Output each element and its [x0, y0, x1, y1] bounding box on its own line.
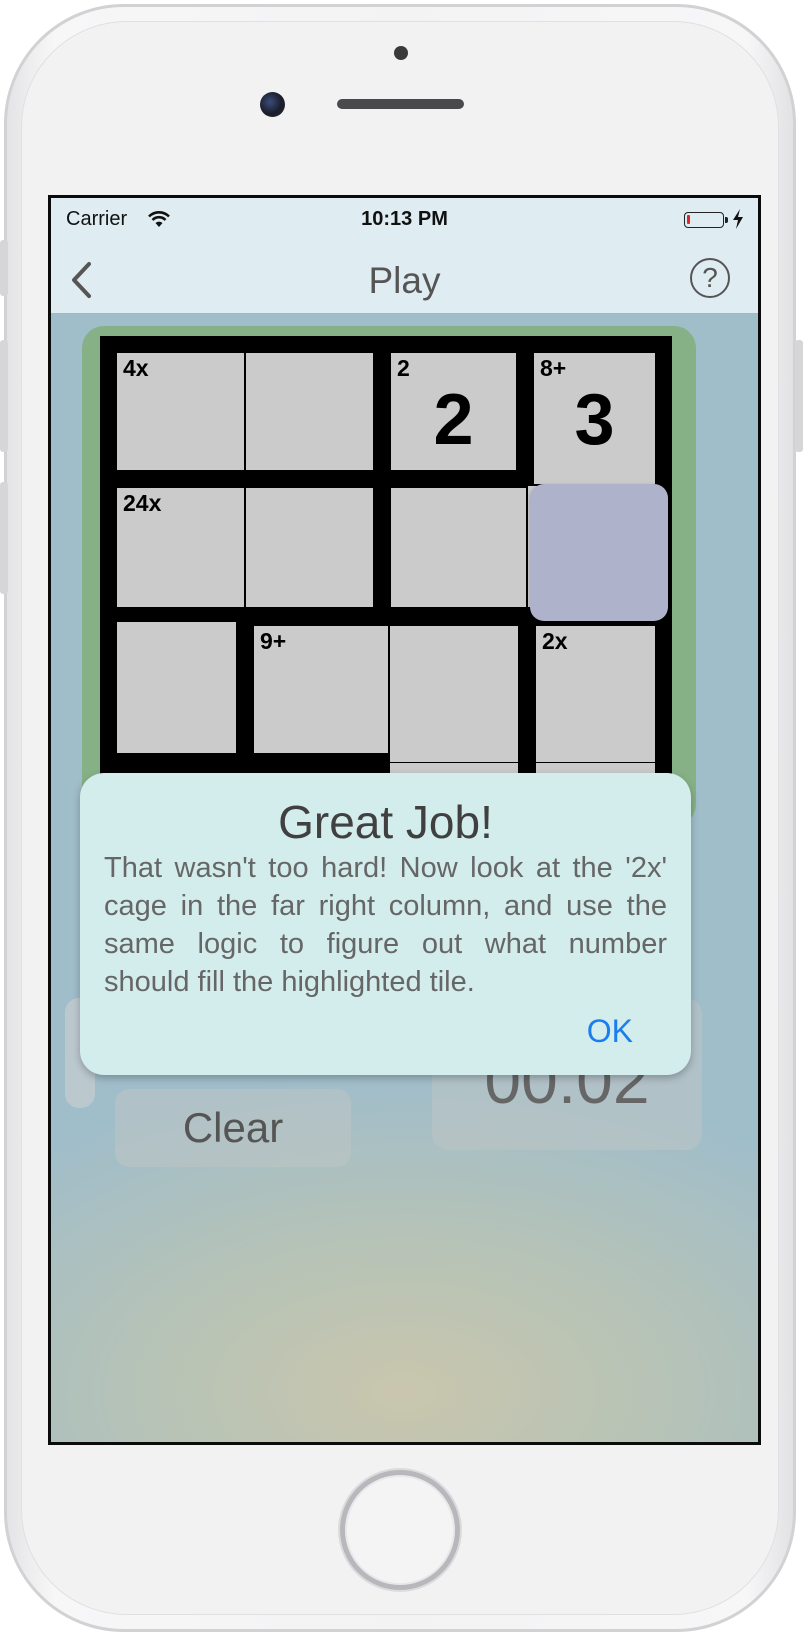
app-screen: Carrier 10:13 PM Play ? 4x 2 2 8+ 3 24x … — [48, 195, 761, 1445]
grid-cell[interactable] — [390, 626, 518, 762]
grid-cell[interactable] — [117, 622, 236, 753]
grid-cell[interactable] — [246, 488, 373, 607]
status-time: 10:13 PM — [361, 208, 448, 230]
cage-label: 2x — [542, 628, 568, 654]
alert-dialog: Great Job! That wasn't too hard! Now loo… — [80, 773, 691, 1075]
cell-value: 3 — [574, 380, 615, 460]
grid-cell[interactable]: 4x — [117, 353, 244, 470]
grid-cell[interactable]: 8+ 3 — [534, 353, 655, 484]
cage-label: 4x — [123, 355, 149, 381]
grid-cell[interactable]: 2x — [536, 626, 655, 762]
power-button — [795, 340, 803, 452]
charging-bolt-icon — [733, 209, 743, 229]
battery-icon — [684, 212, 728, 228]
earpiece-speaker — [337, 99, 464, 109]
grid-cell[interactable] — [246, 353, 373, 470]
highlighted-tile[interactable] — [530, 484, 668, 621]
question-mark-icon[interactable]: ? — [690, 258, 730, 298]
alert-message: That wasn't too hard! Now look at the '2… — [104, 852, 667, 998]
volume-up-button — [0, 340, 8, 452]
puzzle-grid: 4x 2 2 8+ 3 24x 9+ 2x — [100, 336, 672, 836]
status-bar: Carrier 10:13 PM — [51, 198, 758, 244]
grid-cell[interactable]: 2 2 — [391, 353, 516, 470]
page-title: Play — [368, 260, 441, 301]
navigation-bar: Play ? — [51, 244, 758, 314]
cell-value: 2 — [433, 380, 474, 460]
grid-cell[interactable]: 24x — [117, 488, 244, 607]
front-camera-icon — [260, 92, 285, 117]
cage-label: 9+ — [260, 628, 287, 654]
proximity-sensor — [394, 46, 408, 60]
ok-button[interactable]: OK — [587, 1013, 633, 1050]
cage-label: 8+ — [540, 355, 567, 381]
grid-cell[interactable]: 9+ — [254, 626, 388, 753]
mute-switch — [0, 240, 8, 296]
home-button[interactable] — [340, 1470, 460, 1590]
clear-button[interactable]: Clear — [115, 1089, 351, 1167]
cage-label: 24x — [123, 490, 162, 516]
grid-cell[interactable] — [391, 488, 526, 607]
volume-down-button — [0, 482, 8, 594]
alert-title: Great Job! — [278, 796, 493, 848]
cage-label: 2 — [397, 355, 410, 381]
